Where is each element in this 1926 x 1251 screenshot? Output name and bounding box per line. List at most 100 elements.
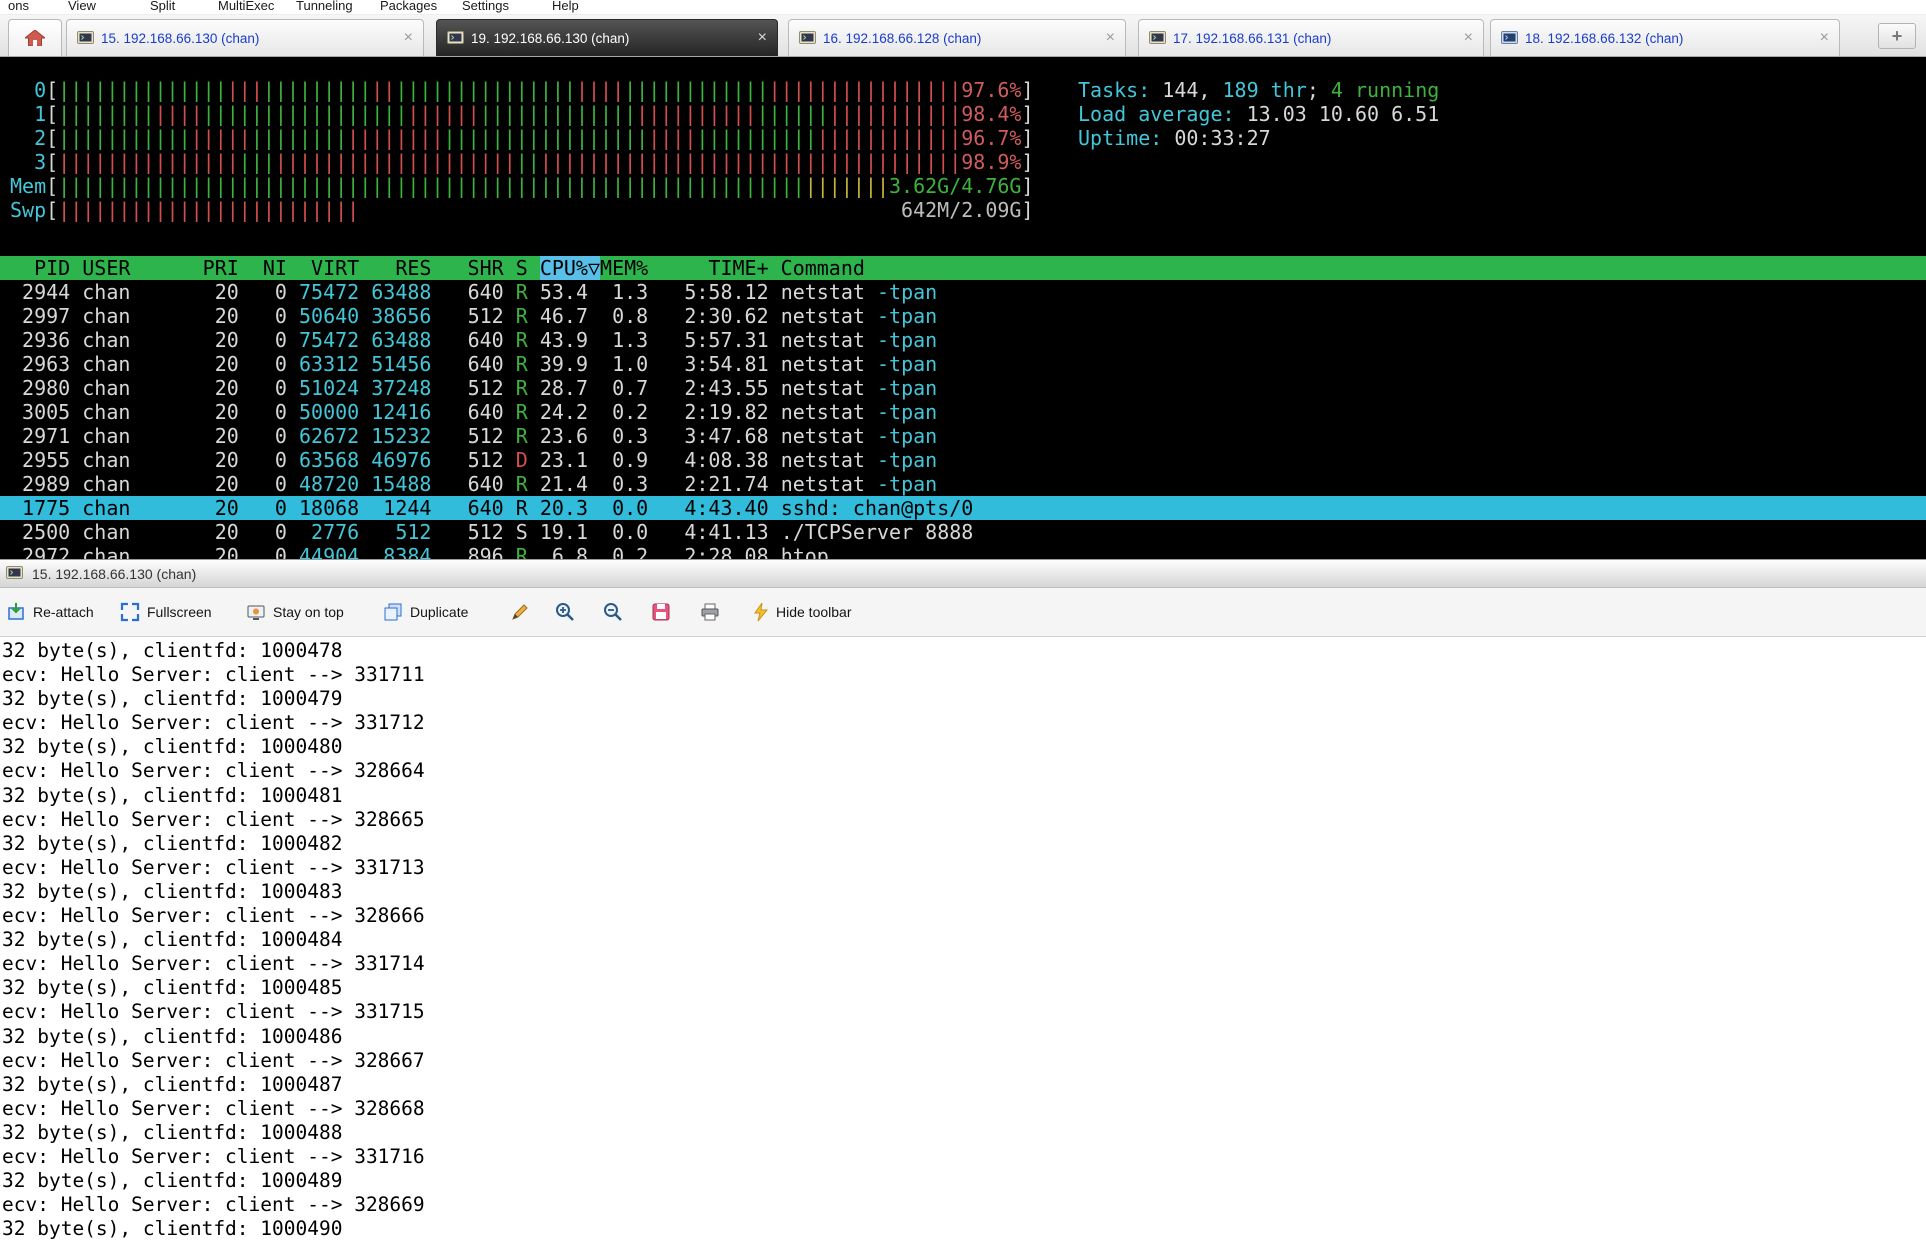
tab-session-17[interactable]: 17. 192.168.66.131 (chan) × xyxy=(1138,19,1484,56)
process-row[interactable]: 2955 chan 20 0 63568 46976 512 D 23.1 0.… xyxy=(0,448,1926,472)
session-icon xyxy=(799,31,816,46)
cpu0-meter-value: 97.6% xyxy=(961,78,1021,102)
process-row[interactable]: 2980 chan 20 0 51024 37248 512 R 28.7 0.… xyxy=(0,376,1926,400)
stay-on-top-button[interactable]: Stay on top xyxy=(246,588,344,636)
tab-close-icon[interactable]: × xyxy=(758,30,767,46)
tab-label: 18. 192.168.66.132 (chan) xyxy=(1525,31,1683,46)
header-columns-right: MEM% TIME+ Command xyxy=(600,256,865,280)
menu-item-multiexec[interactable]: MultiExec xyxy=(218,0,274,13)
process-row[interactable]: 3005 chan 20 0 50000 12416 640 R 24.2 0.… xyxy=(0,400,1926,424)
load-average-info: Load average: 13.03 10.60 6.51 xyxy=(1078,102,1439,126)
terminal-line: 32 byte(s), clientfd: 1000489 xyxy=(2,1169,1926,1193)
terminal-line: 32 byte(s), clientfd: 1000478 xyxy=(2,639,1926,663)
menu-item-help[interactable]: Help xyxy=(552,0,579,13)
tab-close-icon[interactable]: × xyxy=(1106,30,1115,46)
stay-on-top-icon xyxy=(246,602,266,622)
session-icon xyxy=(1501,31,1518,46)
menu-item-settings[interactable]: Settings xyxy=(462,0,509,13)
tab-label: 17. 192.168.66.131 (chan) xyxy=(1173,31,1331,46)
process-row[interactable]: 2971 chan 20 0 62672 15232 512 R 23.6 0.… xyxy=(0,424,1926,448)
process-row[interactable]: 2989 chan 20 0 48720 15488 640 R 21.4 0.… xyxy=(0,472,1926,496)
subwindow-title-bar[interactable]: 15. 192.168.66.130 (chan) xyxy=(0,559,1926,588)
menu-item-packages[interactable]: Packages xyxy=(380,0,437,13)
terminal-line: ecv: Hello Server: client --> 328669 xyxy=(2,1193,1926,1217)
save-icon xyxy=(651,602,671,622)
cpu2-meter-label: 2 xyxy=(10,126,46,150)
duplicate-button[interactable]: Duplicate xyxy=(383,588,468,636)
terminal-line: ecv: Hello Server: client --> 328665 xyxy=(2,808,1926,832)
menu-item-tunneling[interactable]: Tunneling xyxy=(296,0,353,13)
cpu1-meter-label: 1 xyxy=(10,102,46,126)
edit-icon xyxy=(510,602,530,622)
htop-terminal[interactable]: 0[||||||||||||||||||||||||||||||||||||||… xyxy=(0,57,1926,559)
duplicate-label: Duplicate xyxy=(410,604,468,620)
cpu0-meter-bar: ||||||||||||||||||||||||||||||||||||||||… xyxy=(58,78,1021,102)
terminal-line: ecv: Hello Server: client --> 331714 xyxy=(2,952,1926,976)
zoom-in-button[interactable] xyxy=(555,588,575,636)
zoom-out-icon xyxy=(603,602,623,622)
menu-item-view[interactable]: View xyxy=(68,0,96,13)
tasks-info: Tasks: 144, 189 thr; 4 running xyxy=(1078,78,1439,102)
swp-meter-value: 642M/2.09G xyxy=(901,198,1021,222)
terminal-line: ecv: Hello Server: client --> 331716 xyxy=(2,1145,1926,1169)
subwindow-toolbar: Re-attach Fullscreen Stay on top Duplicate H… xyxy=(0,588,1926,637)
process-row[interactable]: 2963 chan 20 0 63312 51456 640 R 39.9 1.… xyxy=(0,352,1926,376)
process-table-header[interactable]: PID USER PRI NI VIRT RES SHR S CPU%▽MEM%… xyxy=(0,256,1926,280)
terminal-icon xyxy=(6,566,23,581)
re-attach-button[interactable]: Re-attach xyxy=(6,588,94,636)
hide-toolbar-button[interactable]: Hide toolbar xyxy=(753,588,852,636)
menu-item-ons[interactable]: ons xyxy=(8,0,29,13)
mem-meter-value: 3.62G/4.76G xyxy=(889,174,1021,198)
session-icon xyxy=(77,31,94,46)
tab-close-icon[interactable]: × xyxy=(1464,30,1473,46)
new-tab-button[interactable]: + xyxy=(1878,23,1916,49)
menu-item-split[interactable]: Split xyxy=(150,0,175,13)
terminal-line: 32 byte(s), clientfd: 1000485 xyxy=(2,976,1926,1000)
tab-label: 19. 192.168.66.130 (chan) xyxy=(471,31,629,46)
re-attach-icon xyxy=(6,602,26,622)
cpu2-meter-value: 96.7% xyxy=(961,126,1021,150)
cpu2-meter: 2[||||||||||||||||||||||||||||||||||||||… xyxy=(10,126,1034,150)
home-icon xyxy=(25,30,45,46)
uptime-info: Uptime: 00:33:27 xyxy=(1078,126,1439,150)
tab-session-18[interactable]: 18. 192.168.66.132 (chan) × xyxy=(1490,19,1840,56)
terminal-line: 32 byte(s), clientfd: 1000490 xyxy=(2,1217,1926,1241)
process-row[interactable]: 2997 chan 20 0 50640 38656 512 R 46.7 0.… xyxy=(0,304,1926,328)
cpu3-meter-value: 98.9% xyxy=(961,150,1021,174)
terminal-line: ecv: Hello Server: client --> 331715 xyxy=(2,1000,1926,1024)
process-row[interactable]: 2972 chan 20 0 44904 8384 896 R 6.8 0.2 … xyxy=(0,544,1926,559)
terminal-line: 32 byte(s), clientfd: 1000484 xyxy=(2,928,1926,952)
session-icon xyxy=(447,31,464,46)
process-row[interactable]: 2936 chan 20 0 75472 63488 640 R 43.9 1.… xyxy=(0,328,1926,352)
htop-meters: 0[||||||||||||||||||||||||||||||||||||||… xyxy=(10,78,1034,222)
save-button[interactable] xyxy=(651,588,671,636)
tab-close-icon[interactable]: × xyxy=(1820,30,1829,46)
fullscreen-label: Fullscreen xyxy=(147,604,212,620)
tab-label: 16. 192.168.66.128 (chan) xyxy=(823,31,981,46)
fullscreen-button[interactable]: Fullscreen xyxy=(120,588,212,636)
session-icon xyxy=(1149,31,1166,46)
duplicate-icon xyxy=(383,602,403,622)
stay-on-top-label: Stay on top xyxy=(273,604,344,620)
mem-meter: Mem[||||||||||||||||||||||||||||||||||||… xyxy=(10,174,1034,198)
zoom-out-button[interactable] xyxy=(603,588,623,636)
cpu1-meter-bar: ||||||||||||||||||||||||||||||||||||||||… xyxy=(58,102,1021,126)
process-row[interactable]: 2944 chan 20 0 75472 63488 640 R 53.4 1.… xyxy=(0,280,1926,304)
home-tab[interactable] xyxy=(8,19,62,56)
terminal-line: ecv: Hello Server: client --> 328666 xyxy=(2,904,1926,928)
tab-bar: + 15. 192.168.66.130 (chan)× 19. 192.168.… xyxy=(0,15,1926,57)
tab-session-15[interactable]: 15. 192.168.66.130 (chan)× xyxy=(66,19,424,56)
hide-toolbar-icon xyxy=(753,602,769,622)
fullscreen-icon xyxy=(120,602,140,622)
edit-button[interactable] xyxy=(510,588,530,636)
terminal-line: ecv: Hello Server: client --> 331713 xyxy=(2,856,1926,880)
tab-session-19[interactable]: 19. 192.168.66.130 (chan) × xyxy=(436,19,778,56)
terminal-line: ecv: Hello Server: client --> 331711 xyxy=(2,663,1926,687)
print-button[interactable] xyxy=(700,588,720,636)
tab-session-16[interactable]: 16. 192.168.66.128 (chan) × xyxy=(788,19,1126,56)
tab-close-icon[interactable]: × xyxy=(404,30,413,46)
process-row-selected[interactable]: 1775 chan 20 0 18068 1244 640 R 20.3 0.0… xyxy=(0,496,1926,520)
cpu-sort-indicator[interactable]: CPU%▽ xyxy=(540,256,600,280)
terminal-output[interactable]: 32 byte(s), clientfd: 1000478ecv: Hello … xyxy=(0,637,1926,1251)
process-row[interactable]: 2500 chan 20 0 2776 512 512 S 19.1 0.0 4… xyxy=(0,520,1926,544)
